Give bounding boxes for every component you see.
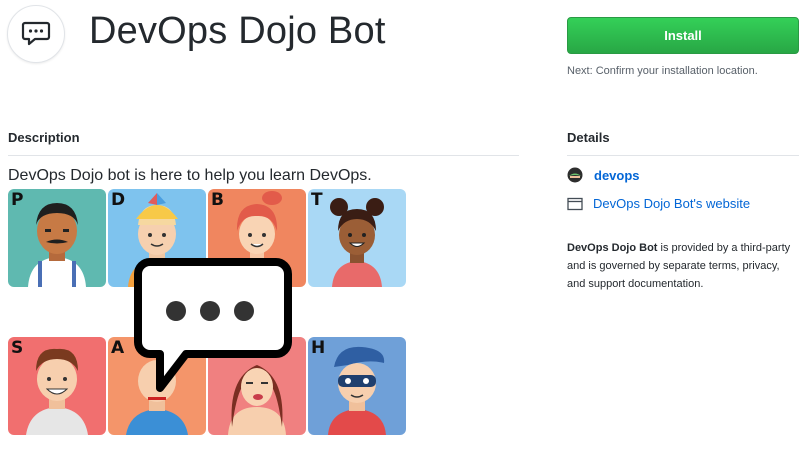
- chat-bubble-icon: [21, 21, 51, 46]
- owner-row: devops: [567, 167, 640, 183]
- avatar-letter: H: [311, 338, 326, 358]
- owner-link[interactable]: devops: [594, 168, 640, 183]
- chat-bubble-overlay-icon: [134, 258, 292, 392]
- avatar-tile-h: H: [308, 337, 406, 435]
- avatar-letter: S: [11, 338, 24, 358]
- owner-avatar-icon: [567, 167, 583, 183]
- details-heading: Details: [567, 130, 610, 145]
- divider: [567, 155, 799, 156]
- install-button[interactable]: Install: [567, 17, 799, 54]
- app-title: DevOps Dojo Bot: [89, 10, 386, 52]
- avatar-letter: A: [111, 338, 125, 358]
- description-heading: Description: [8, 130, 80, 145]
- disclaimer-app-name: DevOps Dojo Bot: [567, 242, 658, 254]
- avatar-tile-t: T: [308, 189, 406, 287]
- avatar-tile-p: P: [8, 189, 106, 287]
- website-link[interactable]: DevOps Dojo Bot's website: [593, 196, 750, 211]
- browser-icon: [567, 197, 583, 210]
- third-party-disclaimer: DevOps Dojo Bot is provided by a third-p…: [567, 240, 792, 293]
- avatar-letter: T: [311, 190, 323, 210]
- divider: [8, 155, 519, 156]
- avatar-letter: P: [11, 190, 24, 210]
- description-text: DevOps Dojo bot is here to help you lear…: [8, 167, 372, 184]
- app-logo: [7, 5, 65, 63]
- install-hint: Next: Confirm your installation location…: [567, 65, 758, 77]
- avatar-tile-s: S: [8, 337, 106, 435]
- avatar-letter: D: [111, 190, 126, 210]
- avatar-letter: B: [211, 190, 224, 210]
- website-row: DevOps Dojo Bot's website: [567, 196, 750, 211]
